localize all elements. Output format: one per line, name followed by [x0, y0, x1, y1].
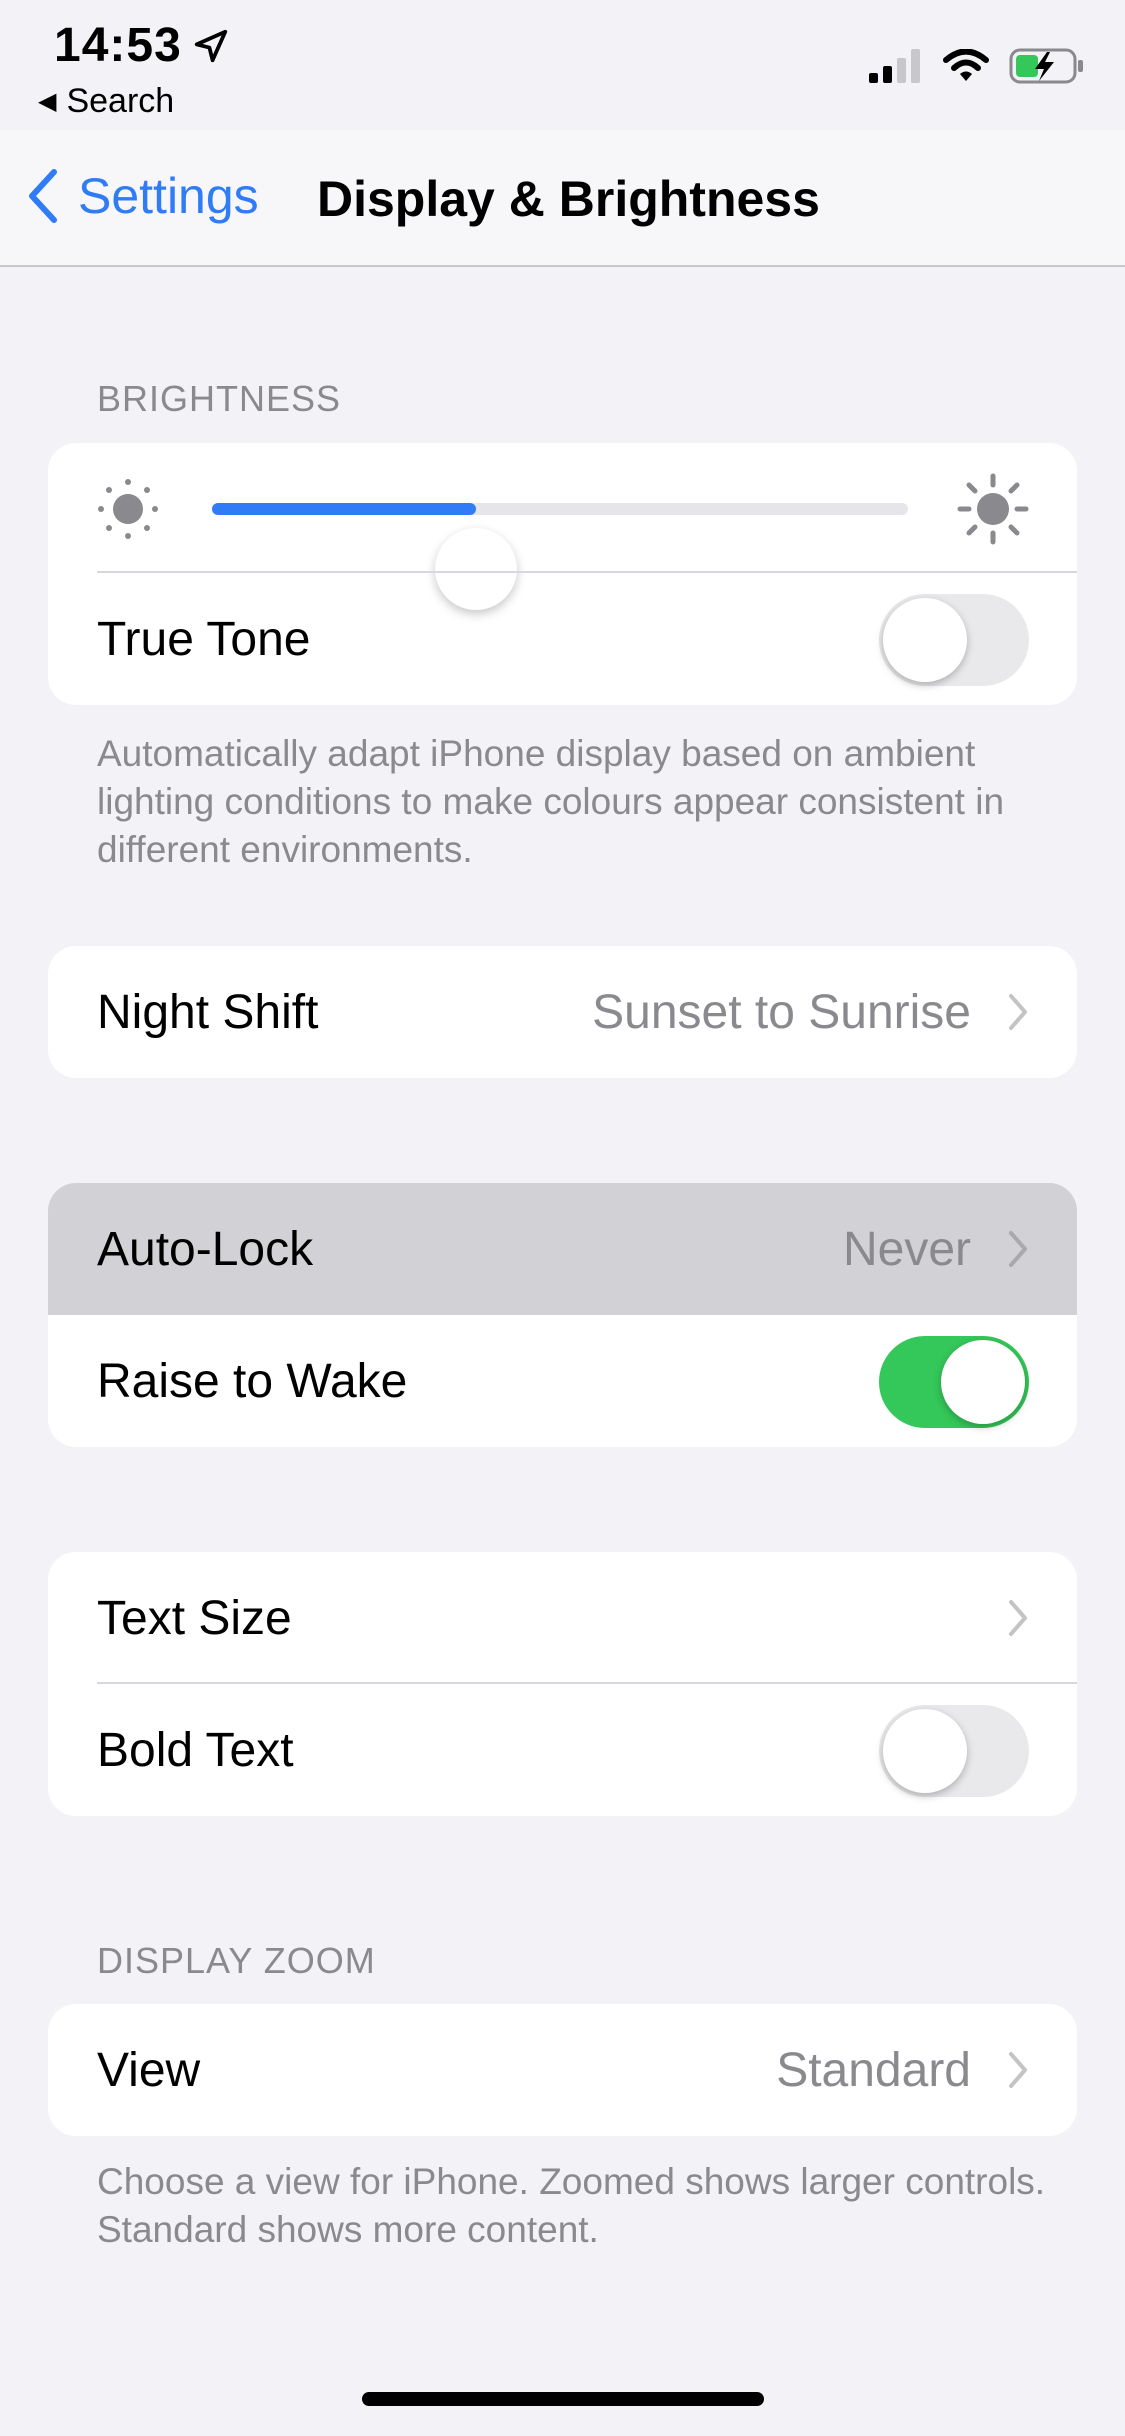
true-tone-row: True Tone [48, 573, 1077, 705]
night-shift-label: Night Shift [97, 985, 319, 1039]
page-title: Display & Brightness [317, 171, 820, 227]
settings-back-button[interactable]: Settings [24, 166, 259, 226]
brightness-slider[interactable] [212, 503, 908, 610]
brightness-card: True Tone [48, 443, 1077, 705]
view-value: Standard [776, 2043, 971, 2097]
raise-to-wake-label: Raise to Wake [97, 1354, 408, 1408]
settings-back-label: Settings [78, 168, 259, 224]
back-triangle-icon: ◀ [38, 88, 57, 115]
bold-text-label: Bold Text [97, 1723, 294, 1777]
navigation-bar: Settings Display & Brightness [0, 130, 1125, 267]
brightness-slider-row [48, 443, 1077, 610]
cellular-signal-icon [869, 49, 920, 83]
toggle-knob [883, 1709, 967, 1793]
text-size-label: Text Size [97, 1591, 292, 1645]
true-tone-toggle[interactable] [879, 594, 1029, 686]
true-tone-label: True Tone [97, 612, 311, 666]
bold-text-row: Bold Text [48, 1684, 1077, 1816]
bold-text-toggle[interactable] [879, 1705, 1029, 1797]
brightness-slider-fill [212, 503, 477, 515]
status-bar: 14:53 ◀ Search [0, 0, 1125, 130]
status-icons [869, 48, 1085, 84]
auto-lock-row[interactable]: Auto-Lock Never [48, 1183, 1077, 1315]
view-label: View [97, 2043, 201, 2097]
chevron-right-icon [1009, 1600, 1027, 1636]
view-row[interactable]: View Standard [48, 2004, 1077, 2136]
raise-to-wake-row: Raise to Wake [48, 1315, 1077, 1447]
raise-to-wake-toggle[interactable] [879, 1336, 1029, 1428]
brightness-section-header: BRIGHTNESS [97, 378, 342, 419]
chevron-right-icon [1009, 1231, 1027, 1267]
night-shift-row[interactable]: Night Shift Sunset to Sunrise [48, 946, 1077, 1078]
toggle-knob [883, 598, 967, 682]
sun-large-icon [957, 473, 1029, 545]
status-time: 14:53 [54, 18, 230, 73]
chevron-right-icon [1009, 994, 1027, 1030]
location-arrow-icon [194, 29, 227, 62]
display-zoom-section-header: DISPLAY ZOOM [97, 1940, 376, 1981]
back-to-app-label: Search [66, 82, 175, 120]
display-zoom-card: View Standard [48, 2004, 1077, 2136]
status-time-text: 14:53 [54, 19, 182, 72]
chevron-left-icon [29, 169, 57, 223]
auto-lock-value: Never [842, 1222, 971, 1276]
toggle-knob [941, 1340, 1025, 1424]
battery-charging-icon [1009, 48, 1083, 84]
lock-card: Auto-Lock Never Raise to Wake [48, 1183, 1077, 1447]
text-size-row[interactable]: Text Size [48, 1552, 1077, 1684]
home-indicator[interactable] [362, 2392, 764, 2406]
wifi-icon [943, 49, 989, 81]
chevron-right-icon [1009, 2052, 1027, 2088]
true-tone-footnote: Automatically adapt iPhone display based… [97, 733, 1005, 870]
back-to-app-button[interactable]: ◀ Search [38, 82, 174, 121]
display-zoom-footnote: Choose a view for iPhone. Zoomed shows l… [97, 2161, 1046, 2250]
night-shift-card: Night Shift Sunset to Sunrise [48, 946, 1077, 1078]
text-card: Text Size Bold Text [48, 1552, 1077, 1816]
night-shift-value: Sunset to Sunrise [592, 985, 971, 1039]
sun-small-icon [98, 479, 158, 539]
auto-lock-label: Auto-Lock [97, 1222, 314, 1276]
